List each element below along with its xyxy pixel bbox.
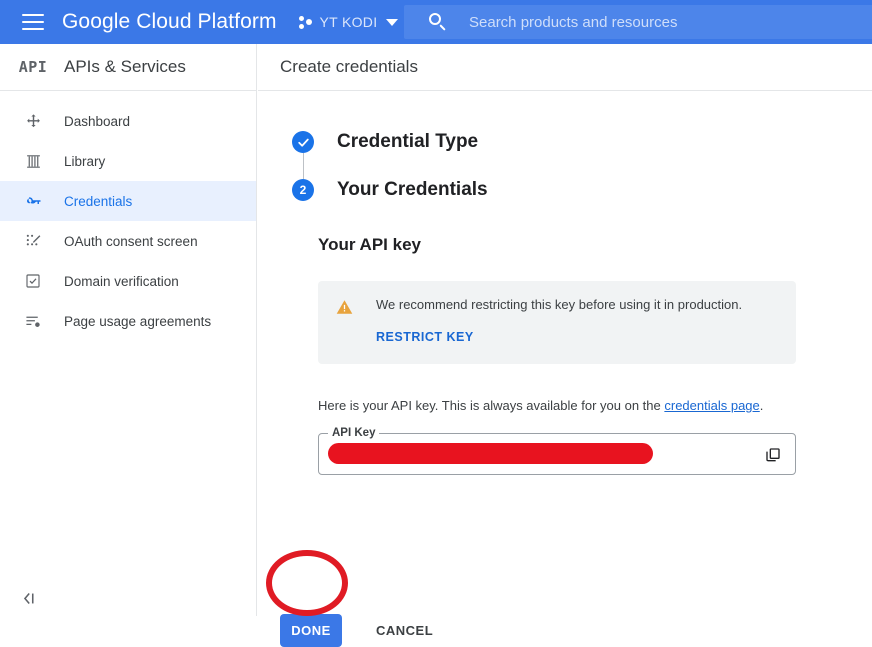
- project-selector[interactable]: YT KODI: [298, 7, 399, 37]
- collapse-sidebar-icon[interactable]: [0, 580, 56, 616]
- step-label: Your Credentials: [337, 179, 488, 200]
- panel-heading: Your API key: [318, 235, 421, 254]
- key-icon: [14, 192, 52, 210]
- chevron-down-icon: [386, 18, 399, 26]
- main-content: Create credentials Credential Type 2 You…: [258, 44, 872, 647]
- brand-title: Google Cloud Platform: [62, 10, 277, 33]
- sidebar: API APIs & Services Dashboard Library Cr…: [0, 44, 257, 616]
- api-key-field-label: API Key: [328, 426, 380, 439]
- step-label: Credential Type: [337, 131, 479, 152]
- page-settings-icon: [14, 313, 52, 330]
- cancel-button[interactable]: CANCEL: [376, 623, 433, 638]
- search-input[interactable]: [469, 9, 872, 35]
- sidebar-title: APIs & Services: [64, 57, 186, 76]
- top-app-bar: Google Cloud Platform YT KODI: [0, 0, 872, 44]
- sidebar-item-library[interactable]: Library: [0, 141, 256, 181]
- api-key-redacted-value: [328, 443, 653, 465]
- checkbox-icon: [14, 273, 52, 289]
- sidebar-item-label: Page usage agreements: [64, 313, 212, 329]
- sidebar-item-label: OAuth consent screen: [64, 233, 198, 249]
- copy-icon[interactable]: [761, 443, 785, 467]
- step-your-credentials[interactable]: 2 Your Credentials: [292, 179, 872, 201]
- main-header: Create credentials: [258, 44, 872, 91]
- step-number-badge: 2: [292, 179, 314, 201]
- warning-text: We recommend restricting this key before…: [376, 297, 743, 312]
- project-name: YT KODI: [319, 14, 378, 30]
- step-connector: [303, 153, 304, 179]
- check-icon: [292, 131, 314, 153]
- action-buttons: DONE CANCEL: [280, 614, 433, 647]
- done-button[interactable]: DONE: [280, 614, 342, 647]
- api-key-panel: Your API key We recommend restricting th…: [318, 235, 796, 475]
- sidebar-header: API APIs & Services: [0, 44, 256, 91]
- api-logo: API: [18, 58, 48, 76]
- hamburger-menu-icon[interactable]: [22, 14, 44, 30]
- sidebar-item-label: Dashboard: [64, 113, 131, 129]
- sidebar-item-page-usage-agreements[interactable]: Page usage agreements: [0, 301, 256, 341]
- page-title: Create credentials: [280, 57, 418, 76]
- project-dots-icon: [298, 15, 314, 30]
- sidebar-item-label: Library: [64, 153, 106, 169]
- api-key-field[interactable]: API Key: [318, 426, 796, 475]
- search-bar[interactable]: [404, 5, 872, 39]
- sidebar-item-label: Domain verification: [64, 273, 179, 289]
- oauth-consent-icon: [14, 233, 52, 250]
- api-key-description: Here is your API key. This is always ava…: [318, 398, 796, 413]
- search-icon: [429, 13, 447, 31]
- sidebar-item-credentials[interactable]: Credentials: [0, 181, 256, 221]
- sidebar-item-label: Credentials: [64, 193, 133, 209]
- stepper-content: Credential Type 2 Your Credentials Your …: [258, 91, 872, 647]
- description-text-after: .: [759, 397, 764, 413]
- sidebar-item-domain-verification[interactable]: Domain verification: [0, 261, 256, 301]
- library-icon: [14, 153, 52, 170]
- warning-banner: We recommend restricting this key before…: [318, 281, 796, 364]
- credentials-page-link[interactable]: credentials page: [664, 398, 759, 413]
- warning-triangle-icon: [336, 297, 356, 346]
- description-text-before: Here is your API key. This is always ava…: [318, 397, 665, 413]
- dashboard-icon: [14, 113, 52, 130]
- sidebar-item-dashboard[interactable]: Dashboard: [0, 101, 256, 141]
- sidebar-item-oauth-consent-screen[interactable]: OAuth consent screen: [0, 221, 256, 261]
- step-credential-type[interactable]: Credential Type: [292, 131, 872, 153]
- restrict-key-link[interactable]: RESTRICT KEY: [376, 330, 474, 344]
- sidebar-nav: Dashboard Library Credentials OAuth cons…: [0, 91, 256, 341]
